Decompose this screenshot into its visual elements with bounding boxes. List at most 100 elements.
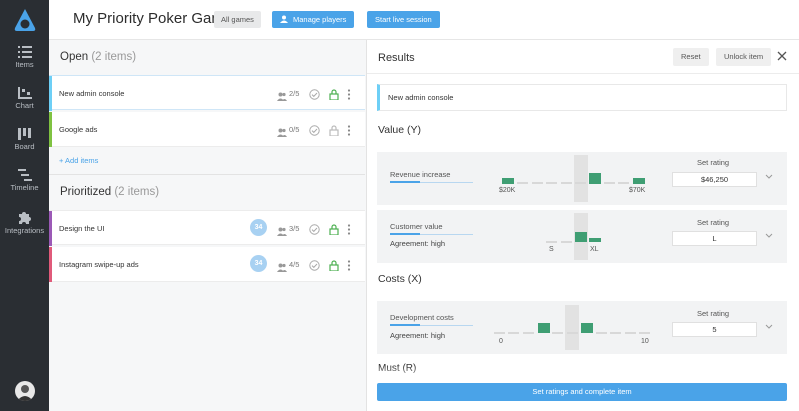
criterion-label: Customer value [390, 222, 443, 231]
dash [567, 332, 578, 334]
check-circle-icon[interactable] [309, 87, 320, 105]
more-icon[interactable] [347, 123, 351, 141]
current-item: New admin console [377, 84, 787, 111]
chevron-down-icon[interactable] [765, 323, 773, 332]
dash [610, 332, 621, 334]
check-circle-icon[interactable] [309, 222, 320, 240]
set-rating-label: Set rating [697, 309, 730, 318]
puzzle-icon [18, 212, 31, 224]
dash [618, 182, 629, 184]
score-badge: 34 [250, 219, 267, 236]
manage-players-button[interactable]: Manage players [272, 11, 355, 29]
axis-min-label: S [549, 246, 554, 253]
axis-min-label: 0 [499, 338, 503, 345]
open-count: (2 items) [91, 51, 137, 63]
dash [604, 182, 615, 184]
prioritized-count: (2 items) [114, 186, 160, 198]
user-icon [280, 12, 288, 29]
customer-value-rating-card: Customer value Agreement: high S XL Set … [377, 210, 787, 263]
label-underline [390, 233, 473, 235]
sidebar-item-integrations[interactable]: Integrations [0, 210, 49, 235]
sidebar-item-chart[interactable]: Chart [0, 87, 49, 110]
highlight-column [565, 305, 579, 350]
vote-bar [502, 178, 514, 184]
players-icon [277, 223, 287, 241]
avatar[interactable] [15, 381, 35, 401]
agreement-label: Agreement: high [390, 239, 446, 248]
list-item[interactable]: Design the UI 34 3/5 [49, 210, 365, 246]
divider [49, 174, 365, 175]
color-bar [49, 112, 52, 147]
open-title: Open [60, 51, 89, 63]
players-icon [277, 259, 287, 277]
header: My Priority Poker Game All games Manage … [49, 0, 799, 40]
costs-heading: Costs (X) [378, 273, 422, 285]
criterion-label: Revenue increase [390, 170, 451, 179]
unlock-icon[interactable] [329, 123, 339, 141]
dash [575, 182, 586, 184]
dash [508, 332, 519, 334]
sidebar-item-label: Timeline [10, 183, 39, 192]
lock-icon[interactable] [329, 87, 339, 105]
timeline-icon [17, 169, 32, 181]
items-panel: Open (2 items) New admin console 2/5 Goo… [49, 40, 367, 411]
more-icon[interactable] [347, 222, 351, 240]
lock-icon[interactable] [329, 258, 339, 276]
start-live-session-button[interactable]: Start live session [367, 11, 440, 28]
vote-bar [538, 323, 550, 333]
sidebar-item-timeline[interactable]: Timeline [0, 169, 49, 192]
sidebar-item-label: Integrations [4, 226, 45, 235]
sidebar-item-items[interactable]: Items [0, 46, 49, 69]
prioritized-section-title: Prioritized (2 items) [60, 186, 159, 198]
rating-input[interactable]: 5 [672, 322, 757, 337]
more-icon[interactable] [347, 258, 351, 276]
players-icon [277, 88, 287, 106]
axis-max-label: $70K [629, 187, 646, 194]
check-circle-icon[interactable] [309, 123, 320, 141]
criterion-label: Development costs [390, 313, 454, 322]
close-icon[interactable] [777, 50, 787, 64]
rating-input[interactable]: $46,250 [672, 172, 757, 187]
prioritized-title: Prioritized [60, 186, 112, 198]
sidebar-item-label: Board [14, 142, 35, 151]
unlock-item-button[interactable]: Unlock item [716, 48, 772, 66]
scroll-fade [367, 366, 799, 384]
highlight-column [574, 155, 588, 202]
vote-bar [581, 323, 593, 333]
check-circle-icon[interactable] [309, 258, 320, 276]
dash [546, 241, 557, 243]
dash [561, 182, 572, 184]
chevron-down-icon[interactable] [765, 232, 773, 241]
sidebar-item-board[interactable]: Board [0, 128, 49, 151]
chevron-down-icon[interactable] [765, 173, 773, 182]
page-title: My Priority Poker Game [73, 10, 233, 27]
vote-count: 4/5 [289, 260, 300, 269]
more-icon[interactable] [347, 87, 351, 105]
list-item[interactable]: New admin console 2/5 [49, 75, 365, 111]
lock-icon[interactable] [329, 222, 339, 240]
dash [625, 332, 636, 334]
dash [561, 241, 572, 243]
development-costs-rating-card: Development costs Agreement: high 0 10 S… [377, 301, 787, 354]
dash [546, 182, 557, 184]
rating-input[interactable]: L [672, 231, 757, 246]
complete-item-button[interactable]: Set ratings and complete item [377, 383, 787, 401]
list-item[interactable]: Google ads 0/5 [49, 112, 365, 147]
reset-button[interactable]: Reset [673, 48, 709, 66]
list-item[interactable]: Instagram swipe-up ads 34 4/5 [49, 247, 365, 282]
dash [596, 332, 607, 334]
dash [532, 182, 543, 184]
item-name: Design the UI [59, 224, 105, 233]
manage-players-label: Manage players [293, 15, 347, 24]
all-games-button[interactable]: All games [214, 11, 261, 28]
board-icon [17, 128, 31, 140]
sidebar-item-label: Chart [15, 101, 34, 110]
app-logo-icon[interactable] [14, 8, 36, 32]
agreement-label: Agreement: high [390, 331, 446, 340]
set-rating-label: Set rating [697, 158, 730, 167]
add-items-link[interactable]: + Add items [59, 156, 98, 165]
sidebar-item-label: Items [15, 60, 34, 69]
item-name: Google ads [59, 125, 98, 134]
dash [494, 332, 505, 334]
axis-max-label: 10 [641, 338, 649, 345]
